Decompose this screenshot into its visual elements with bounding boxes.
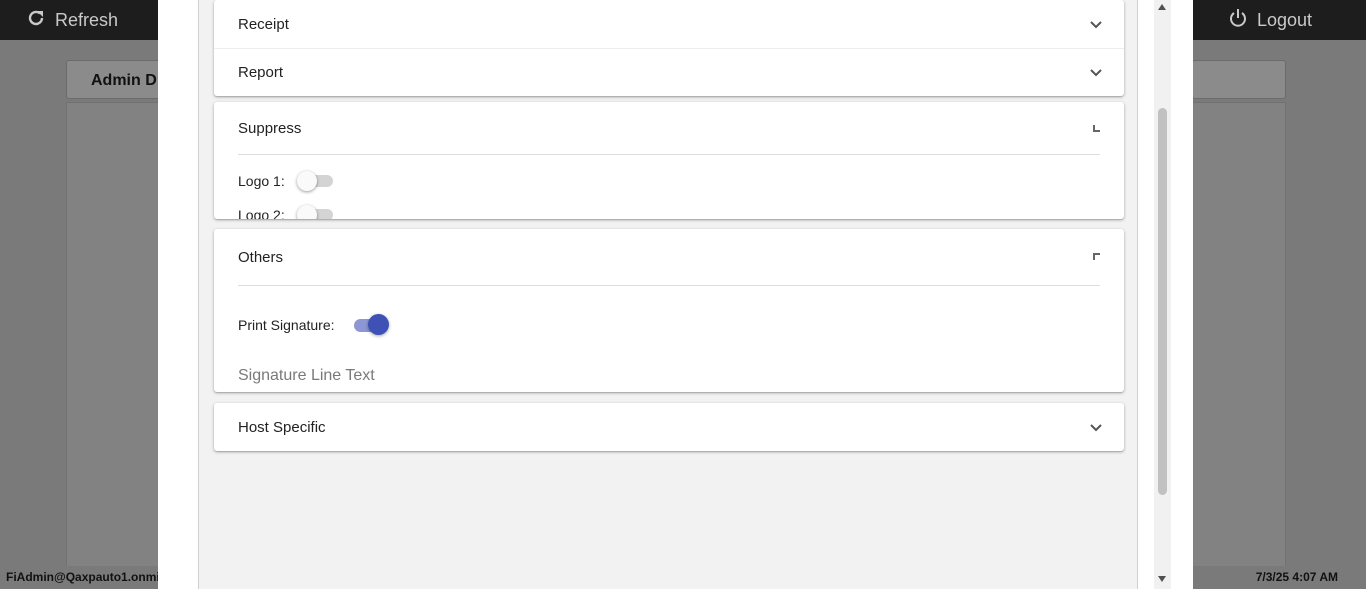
- section-divider: [238, 285, 1100, 286]
- current-user: FiAdmin@Qaxpauto1.onmicrosoft.com: [6, 570, 158, 584]
- logo1-row: Logo 1:: [214, 171, 1124, 191]
- host-specific-section-title: Host Specific: [238, 418, 326, 436]
- refresh-button[interactable]: Refresh: [26, 0, 118, 40]
- print-signature-label: Print Signature:: [238, 317, 335, 333]
- logo2-label: Logo 2:: [238, 207, 285, 219]
- others-section-title: Others: [238, 248, 284, 266]
- collapse-arrow-icon: [1092, 120, 1102, 137]
- others-section: Others Print Signature: Signature Line T…: [214, 229, 1124, 392]
- print-signature-toggle[interactable]: [352, 314, 390, 336]
- print-signature-row: Print Signature:: [214, 314, 1124, 336]
- host-specific-card: Host Specific: [214, 403, 1124, 451]
- suppress-section-header[interactable]: Suppress: [214, 102, 1124, 154]
- scrollbar-thumb[interactable]: [1158, 108, 1167, 495]
- receipt-section-header[interactable]: Receipt: [214, 0, 1124, 48]
- scroll-down-arrow-icon[interactable]: [1158, 576, 1166, 582]
- host-specific-section-header[interactable]: Host Specific: [214, 403, 1124, 451]
- refresh-icon: [26, 8, 46, 33]
- settings-modal: Receipt Report Suppress Logo 1: Logo 2: …: [158, 0, 1193, 589]
- scroll-up-arrow-icon[interactable]: [1158, 4, 1166, 10]
- logo1-toggle[interactable]: [296, 171, 335, 191]
- refresh-label: Refresh: [55, 9, 119, 30]
- report-section-header[interactable]: Report: [214, 49, 1124, 96]
- others-section-header[interactable]: Others: [214, 229, 1124, 285]
- background-tab-right: [1192, 60, 1286, 99]
- logo1-label: Logo 1:: [238, 173, 285, 189]
- footer-datetime: 7/3/25 4:07 AM: [1255, 570, 1338, 584]
- background-panel-right: [1192, 102, 1286, 572]
- section-divider: [238, 154, 1100, 155]
- report-section-title: Report: [238, 64, 284, 81]
- logo2-toggle[interactable]: [296, 205, 335, 219]
- collapse-arrow-icon: [1092, 249, 1102, 266]
- chevron-down-icon: [1090, 16, 1102, 33]
- modal-content: Receipt Report Suppress Logo 1: Logo 2: …: [198, 0, 1138, 589]
- logout-button[interactable]: Logout: [1228, 0, 1312, 40]
- power-icon: [1228, 8, 1248, 33]
- modal-scrollbar[interactable]: [1154, 0, 1171, 589]
- logo2-row: Logo 2:: [214, 205, 1124, 219]
- chevron-down-icon: [1090, 64, 1102, 81]
- receipt-report-card: Receipt Report: [214, 0, 1124, 96]
- suppress-section: Suppress Logo 1: Logo 2:: [214, 102, 1124, 219]
- signature-line-text-input[interactable]: Signature Line Text: [238, 367, 375, 385]
- logout-label: Logout: [1257, 9, 1313, 30]
- receipt-section-title: Receipt: [238, 15, 289, 33]
- suppress-section-title: Suppress: [238, 119, 302, 137]
- chevron-down-icon: [1090, 419, 1102, 436]
- background-panel-left: [66, 102, 166, 572]
- admin-tab[interactable]: Admin D: [66, 60, 166, 99]
